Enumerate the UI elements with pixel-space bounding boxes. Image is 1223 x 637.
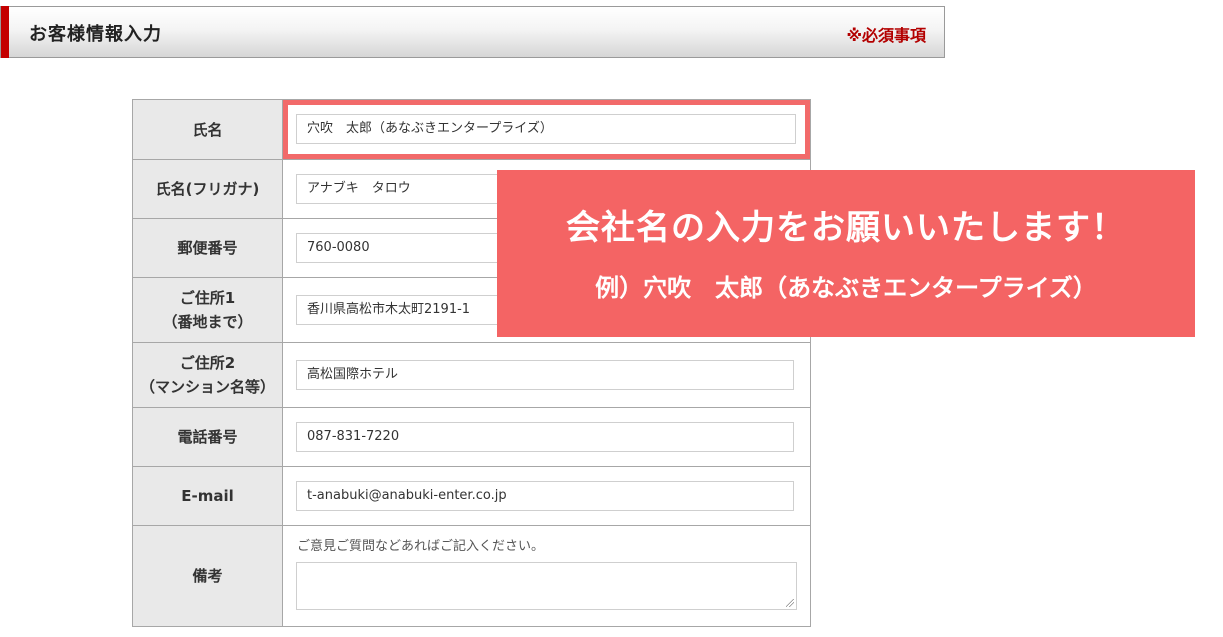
name-field-cell: 穴吹 太郎（あなぶきエンタープライズ）: [282, 99, 811, 160]
label-furigana: 氏名(フリガナ): [132, 159, 283, 219]
label-address1-main: ご住所1: [179, 289, 236, 307]
address2-field-cell: 高松国際ホテル: [282, 342, 811, 408]
section-title: お客様情報入力: [29, 24, 162, 45]
name-field-highlight: 穴吹 太郎（あなぶきエンタープライズ）: [283, 100, 810, 159]
callout-message: 会社名の入力をお願いいたします！: [566, 208, 1126, 248]
remarks-textarea[interactable]: [296, 562, 797, 610]
label-address2-sub: （マンション名等）: [139, 378, 275, 396]
phone-field-cell: 087-831-7220: [282, 407, 811, 467]
remarks-hint: ご意見ご質問などあればご記入ください。: [297, 539, 545, 554]
label-address1-sub: （番地まで）: [162, 313, 253, 331]
header-accent-bar: [1, 6, 9, 58]
label-remarks: 備考: [132, 525, 283, 627]
address2-input[interactable]: 高松国際ホテル: [296, 360, 794, 390]
required-note: ※必須事項: [846, 26, 926, 45]
resize-handle-icon[interactable]: [786, 599, 794, 607]
label-address2: ご住所2 （マンション名等）: [132, 342, 283, 408]
name-input[interactable]: 穴吹 太郎（あなぶきエンタープライズ）: [296, 114, 796, 144]
phone-input[interactable]: 087-831-7220: [296, 422, 794, 452]
email-input[interactable]: t-anabuki@anabuki-enter.co.jp: [296, 481, 794, 511]
label-address2-main: ご住所2: [179, 354, 236, 372]
instruction-callout: 会社名の入力をお願いいたします！ 例）穴吹 太郎（あなぶきエンタープライズ）: [497, 170, 1195, 337]
callout-example: 例）穴吹 太郎（あなぶきエンタープライズ）: [595, 274, 1097, 302]
label-phone: 電話番号: [132, 407, 283, 467]
section-header: お客様情報入力 ※必須事項: [0, 6, 945, 58]
email-field-cell: t-anabuki@anabuki-enter.co.jp: [282, 466, 811, 526]
label-email: E-mail: [132, 466, 283, 526]
label-name: 氏名: [132, 99, 283, 160]
label-address1: ご住所1 （番地まで）: [132, 277, 283, 343]
label-postal-code: 郵便番号: [132, 218, 283, 278]
remarks-field-cell: ご意見ご質問などあればご記入ください。: [282, 525, 811, 627]
